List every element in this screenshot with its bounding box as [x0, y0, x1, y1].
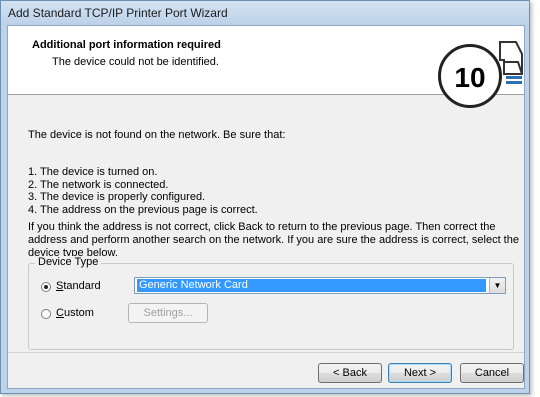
- checklist-item: 2. The network is connected.: [28, 178, 169, 191]
- custom-label-accesskey: C: [56, 307, 64, 319]
- instructions-line-1: If you think the address is not correct,…: [28, 221, 496, 233]
- custom-radio-label[interactable]: Custom: [56, 307, 94, 319]
- back-button[interactable]: < Back: [318, 363, 382, 383]
- next-button[interactable]: Next >: [388, 363, 452, 383]
- checklist-item: 4. The address on the previous page is c…: [28, 203, 258, 216]
- device-type-select[interactable]: Generic Network Card ▼: [134, 277, 506, 294]
- wizard-window: Add Standard TCP/IP Printer Port Wizard …: [0, 0, 530, 394]
- not-found-message: The device is not found on the network. …: [28, 129, 286, 141]
- checklist: 1. The device is turned on. 2. The netwo…: [28, 166, 258, 216]
- header-subtitle: The device could not be identified.: [52, 56, 219, 68]
- custom-radio[interactable]: [41, 309, 51, 319]
- wizard-content: Additional port information required The…: [7, 25, 525, 389]
- dropdown-arrow-icon[interactable]: ▼: [489, 278, 505, 293]
- title-bar[interactable]: Add Standard TCP/IP Printer Port Wizard: [1, 1, 529, 25]
- device-type-legend: Device Type: [35, 256, 102, 268]
- settings-button[interactable]: Settings...: [128, 303, 208, 323]
- footer-divider: [8, 352, 524, 353]
- window-title: Add Standard TCP/IP Printer Port Wizard: [8, 6, 228, 20]
- cancel-button[interactable]: Cancel: [460, 363, 524, 383]
- standard-radio-label[interactable]: Standard: [56, 280, 101, 292]
- checklist-item: 3. The device is properly configured.: [28, 191, 206, 203]
- header-title: Additional port information required: [32, 39, 221, 51]
- standard-radio[interactable]: [41, 282, 51, 292]
- selected-device: Generic Network Card: [137, 279, 486, 292]
- checklist-item: 1. The device is turned on.: [28, 166, 158, 178]
- custom-label-rest: ustom: [63, 307, 94, 319]
- standard-label-rest: tandard: [63, 280, 101, 292]
- instructions-line-2: address and perform another search on th…: [28, 234, 519, 246]
- step-number-badge: 10: [438, 44, 502, 108]
